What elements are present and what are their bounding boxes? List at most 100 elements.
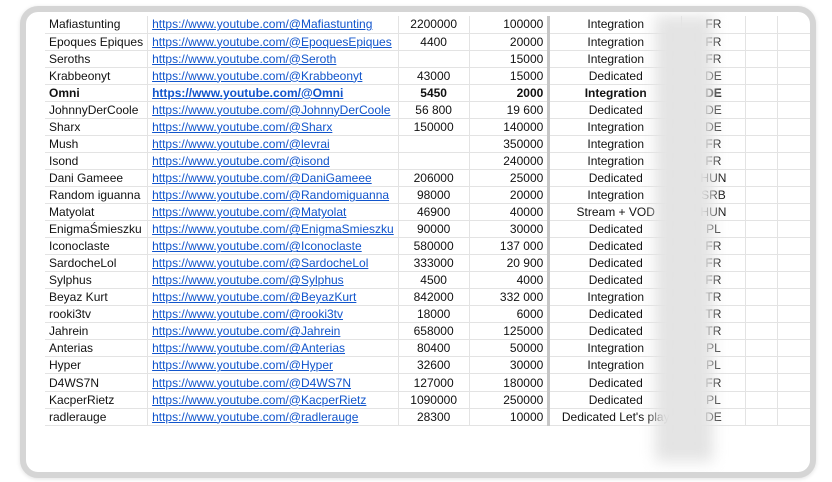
channel-link-cell[interactable]: https://www.youtube.com/@rooki3tv [147,305,399,324]
views-cell: 140000 [469,118,551,136]
empty-cell [777,391,810,409]
channel-link-cell[interactable]: https://www.youtube.com/@Hyper [147,356,399,375]
subscribers-cell [398,152,470,170]
empty-cell [777,135,810,153]
redacted-cell [745,322,779,341]
subscribers-cell: 90000 [398,220,470,239]
subscribers-cell: 842000 [398,288,470,307]
redacted-cell [745,288,779,307]
redacted-cell [745,237,779,256]
channel-link-cell[interactable]: https://www.youtube.com/@Sharx [147,118,399,136]
subscribers-cell: 5450 [398,84,470,102]
redacted-cell [745,305,779,324]
empty-cell [777,356,810,375]
channel-name-cell: SardocheLol [45,254,149,273]
empty-cell [777,67,810,85]
empty-cell [777,271,810,290]
channel-link-cell[interactable]: https://www.youtube.com/@JohnnyDerCoole [147,101,399,119]
channel-link-cell[interactable]: https://www.youtube.com/@Randomiguanna [147,186,399,205]
channel-link-cell[interactable]: https://www.youtube.com/@Iconoclaste [147,237,399,256]
channel-link-cell[interactable]: https://www.youtube.com/@levrai [147,135,399,153]
empty-cell [777,169,810,187]
redacted-cell [745,408,779,426]
blurred-column [655,16,713,462]
redacted-cell [745,33,779,51]
channel-name-cell: JohnnyDerCoole [45,101,149,119]
subscribers-cell: 28300 [398,408,470,426]
views-cell: 15000 [469,67,551,85]
channel-name-cell: Seroths [45,50,149,68]
channel-name-cell: rooki3tv [45,305,149,324]
channel-link-cell[interactable]: https://www.youtube.com/@Anterias [147,339,399,358]
channel-name-cell: Sylphus [45,271,149,290]
redacted-cell [745,220,779,239]
channel-name-cell: radlerauge [45,408,149,426]
views-cell: 40000 [469,203,551,222]
channel-name-cell: Isond [45,152,149,170]
channel-link-cell[interactable]: https://www.youtube.com/@BeyazKurt [147,288,399,307]
empty-cell [777,288,810,307]
channel-name-cell: Matyolat [45,203,149,222]
views-cell: 180000 [469,373,551,392]
subscribers-cell: 333000 [398,254,470,273]
empty-cell [777,186,810,205]
redacted-cell [745,339,779,358]
empty-cell [777,50,810,68]
channel-link-cell[interactable]: https://www.youtube.com/@D4WS7N [147,373,399,392]
views-cell: 20000 [469,33,551,51]
channel-name-cell: Random iguanna [45,186,149,205]
channel-name-cell: Omni [45,84,149,102]
empty-cell [777,118,810,136]
subscribers-cell: 1090000 [398,391,470,409]
views-cell: 10000 [469,408,551,426]
channel-link-cell[interactable]: https://www.youtube.com/@Omni [147,84,399,102]
channel-name-cell: Hyper [45,356,149,375]
redacted-cell [745,67,779,85]
screenshot-frame: Mafiastunting https://www.youtube.com/@Ma… [20,6,816,478]
channel-link-cell[interactable]: https://www.youtube.com/@Matyolat [147,203,399,222]
subscribers-cell: 4400 [398,33,470,51]
channel-link-cell[interactable]: https://www.youtube.com/@isond [147,152,399,170]
channel-name-cell: Beyaz Kurt [45,288,149,307]
channel-link-cell[interactable]: https://www.youtube.com/@KacperRietz [147,391,399,409]
subscribers-cell: 80400 [398,339,470,358]
channel-link-cell[interactable]: https://www.youtube.com/@radlerauge [147,408,399,426]
redacted-cell [745,271,779,290]
subscribers-cell: 658000 [398,322,470,341]
channel-name-cell: Sharx [45,118,149,136]
subscribers-cell: 580000 [398,237,470,256]
channel-link-cell[interactable]: https://www.youtube.com/@Krabbeonyt [147,67,399,85]
channel-name-cell: D4WS7N [45,373,149,392]
subscribers-cell: 18000 [398,305,470,324]
channel-link-cell[interactable]: https://www.youtube.com/@Mafiastunting [147,16,399,34]
redacted-cell [745,356,779,375]
views-cell: 30000 [469,220,551,239]
views-cell: 15000 [469,50,551,68]
channel-link-cell[interactable]: https://www.youtube.com/@EnigmaSmieszku [147,220,399,239]
channel-link-cell[interactable]: https://www.youtube.com/@Jahrein [147,322,399,341]
empty-cell [777,33,810,51]
subscribers-cell: 206000 [398,169,470,187]
channel-link-cell[interactable]: https://www.youtube.com/@SardocheLol [147,254,399,273]
redacted-cell [745,16,779,34]
redacted-cell [745,203,779,222]
channel-link-cell[interactable]: https://www.youtube.com/@Seroth [147,50,399,68]
empty-cell [777,152,810,170]
redacted-cell [745,50,779,68]
subscribers-cell: 43000 [398,67,470,85]
subscribers-cell: 4500 [398,271,470,290]
channel-name-cell: Dani Gameee [45,169,149,187]
channel-link-cell[interactable]: https://www.youtube.com/@EpoquesEpiques [147,33,399,51]
views-cell: 350000 [469,135,551,153]
empty-cell [777,220,810,239]
channel-name-cell: EnigmaŚmieszku [45,220,149,239]
views-cell: 20 900 [469,254,551,273]
empty-cell [777,339,810,358]
empty-cell [777,101,810,119]
redacted-cell [745,135,779,153]
empty-cell [777,305,810,324]
channel-link-cell[interactable]: https://www.youtube.com/@Sylphus [147,271,399,290]
redacted-cell [745,169,779,187]
empty-cell [777,203,810,222]
channel-link-cell[interactable]: https://www.youtube.com/@DaniGameee [147,169,399,187]
